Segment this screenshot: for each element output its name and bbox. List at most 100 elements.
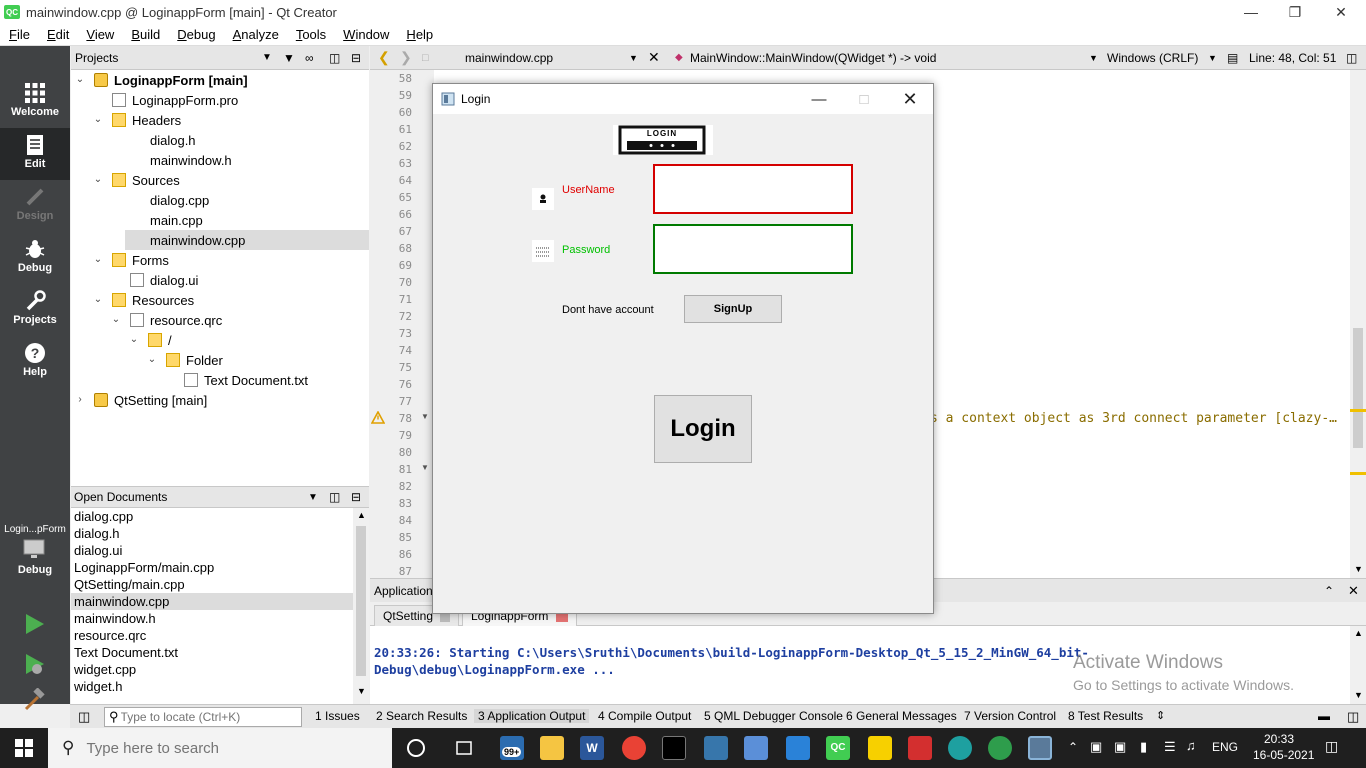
menu-help[interactable]: Help [397,27,441,42]
tree-item-dialog-ui[interactable]: dialog.ui [71,270,369,290]
pane-test-results-button[interactable]: 8 Test Results [1064,709,1147,723]
tree-item-folder[interactable]: ⌄ Folder [71,350,369,370]
open-document-item[interactable]: LoginappForm/main.cpp [71,559,353,576]
tray-expand-icon[interactable]: ⌃ [1068,740,1078,754]
menu-build[interactable]: Build [122,27,168,42]
open-document-item[interactable]: dialog.h [71,525,353,542]
tray-app-icon[interactable]: ▣ [1090,739,1102,755]
signup-button[interactable]: SignUp [684,295,782,323]
back-arrow-icon[interactable]: ❮ [378,49,390,66]
taskbar-search-input[interactable] [86,739,367,757]
tree-item-project-qtsetting[interactable]: › QtSetting [main] [71,390,369,410]
close-pane-icon[interactable]: ✕ [1348,583,1359,599]
mode-debug[interactable]: Debug [0,232,70,284]
scroll-thumb[interactable] [1353,328,1363,448]
open-documents-title[interactable]: Open Documents [74,490,167,504]
open-document-item[interactable]: widget.cpp [71,661,353,678]
tree-item-mainwindow-h[interactable]: mainwindow.h [71,150,369,170]
mode-help[interactable]: ? Help [0,336,70,388]
running-app-icon[interactable] [1028,736,1052,760]
pane-application-output-button[interactable]: 3 Application Output [474,709,590,723]
open-document-item[interactable]: dialog.cpp [71,508,353,525]
login-button[interactable]: Login [654,395,752,463]
menu-tools[interactable]: Tools [287,27,334,42]
open-document-item-selected[interactable]: mainwindow.cpp [71,593,353,610]
open-document-item[interactable]: dialog.ui [71,542,353,559]
mode-welcome[interactable]: Welcome [0,76,70,128]
open-file-selector[interactable]: mainwindow.cpp [465,51,553,65]
more-panes-arrow-icon[interactable]: ⇕ [1156,709,1165,722]
vscode-icon[interactable] [786,736,810,760]
menu-analyze[interactable]: Analyze [224,27,287,42]
game-app-icon[interactable] [744,736,768,760]
dropdown-arrow-icon[interactable]: ▼ [308,492,318,503]
chevron-down-icon[interactable]: ⌄ [128,334,140,346]
menu-view[interactable]: View [77,27,122,42]
open-document-item[interactable]: resource.qrc [71,627,353,644]
tree-item-pro-file[interactable]: LoginappForm.pro [71,90,369,110]
username-input[interactable] [653,164,853,214]
open-document-item[interactable]: Text Document.txt [71,644,353,661]
dialog-minimize-button[interactable]: — [796,84,842,114]
output-scrollbar[interactable]: ▲ ▼ [1350,626,1366,704]
tree-item-forms[interactable]: ⌄ Forms [71,250,369,270]
battery-icon[interactable]: ▮ [1140,739,1147,755]
split-icon[interactable]: ◫ [1346,51,1357,65]
tree-item-resources[interactable]: ⌄ Resources [71,290,369,310]
tree-item-main-cpp[interactable]: main.cpp [71,210,369,230]
task-view-circle-icon[interactable] [404,736,428,760]
restore-button[interactable]: ❐ [1272,0,1318,24]
forward-arrow-icon[interactable]: ❯ [400,49,412,66]
file-explorer-icon[interactable] [540,736,564,760]
symbol-selector[interactable]: MainWindow::MainWindow(QWidget *) -> voi… [690,51,936,65]
debug-run-icon[interactable] [22,652,46,676]
chevron-down-icon[interactable]: ⌄ [146,354,158,366]
qt-creator-taskbar-icon[interactable]: QC [826,736,850,760]
warning-icon[interactable] [371,411,385,424]
password-input[interactable] [653,224,853,274]
open-documents-scrollbar[interactable]: ▲ ▼ [353,508,369,704]
scroll-down-icon[interactable]: ▼ [1354,690,1363,700]
chevron-right-icon[interactable]: › [74,394,86,406]
tree-item-project-loginappform[interactable]: ⌄ LoginappForm [main] [71,70,369,90]
fold-marker-icon[interactable]: ▼ [421,412,429,421]
tray-device-icon[interactable]: ▣ [1114,739,1126,755]
open-document-item[interactable]: widget.h [71,678,353,695]
tree-item-headers[interactable]: ⌄ Headers [71,110,369,130]
dialog-close-button[interactable]: ✕ [887,84,933,114]
dropdown-arrow-icon[interactable]: ▼ [1208,53,1217,63]
start-button[interactable] [0,728,48,768]
clock-time[interactable]: 20:33 [1264,732,1294,746]
tree-item-root-prefix[interactable]: ⌄ / [71,330,369,350]
chevron-down-icon[interactable]: ⌄ [92,174,104,186]
locator[interactable]: ⚲ [104,707,302,727]
menu-edit[interactable]: Edit [38,27,77,42]
tree-item-text-document[interactable]: Text Document.txt [71,370,369,390]
tree-item-mainwindow-cpp[interactable]: mainwindow.cpp [125,230,369,250]
fold-marker-icon[interactable]: ▼ [421,463,429,472]
maximize-pane-icon[interactable]: ⌃ [1324,584,1334,598]
editor-scrollbar[interactable]: ▼ [1350,70,1366,578]
notifications-icon[interactable]: ◫ [1325,738,1338,755]
pane-qml-debugger-console-button[interactable]: 5 QML Debugger Console [700,709,847,723]
progress-indicator-icon[interactable]: ▬ [1318,709,1330,723]
build-hammer-icon[interactable] [22,688,46,712]
edge-icon[interactable] [948,736,972,760]
close-document-icon[interactable]: ✕ [648,49,660,66]
dropdown-arrow-icon[interactable]: ▼ [629,53,638,63]
toggle-sidebar-icon[interactable]: ◫ [78,709,90,725]
menu-window[interactable]: Window [334,27,397,42]
cursor-position[interactable]: Line: 48, Col: 51 [1249,51,1336,65]
python-icon[interactable] [704,736,728,760]
line-ending-selector[interactable]: Windows (CRLF) [1107,51,1198,65]
tree-item-dialog-cpp[interactable]: dialog.cpp [71,190,369,210]
pdf-reader-icon[interactable] [908,736,932,760]
mail-app-icon[interactable]: 99+ [500,736,524,760]
link-icon[interactable]: ∞ [305,51,314,65]
run-icon[interactable] [22,612,46,636]
chevron-down-icon[interactable]: ⌄ [92,254,104,266]
kit-selector[interactable]: Login...pForm Debug [0,524,70,576]
mode-projects[interactable]: Projects [0,284,70,336]
terminal-icon[interactable] [662,736,686,760]
pane-issues-button[interactable]: 1 Issues [311,709,364,723]
